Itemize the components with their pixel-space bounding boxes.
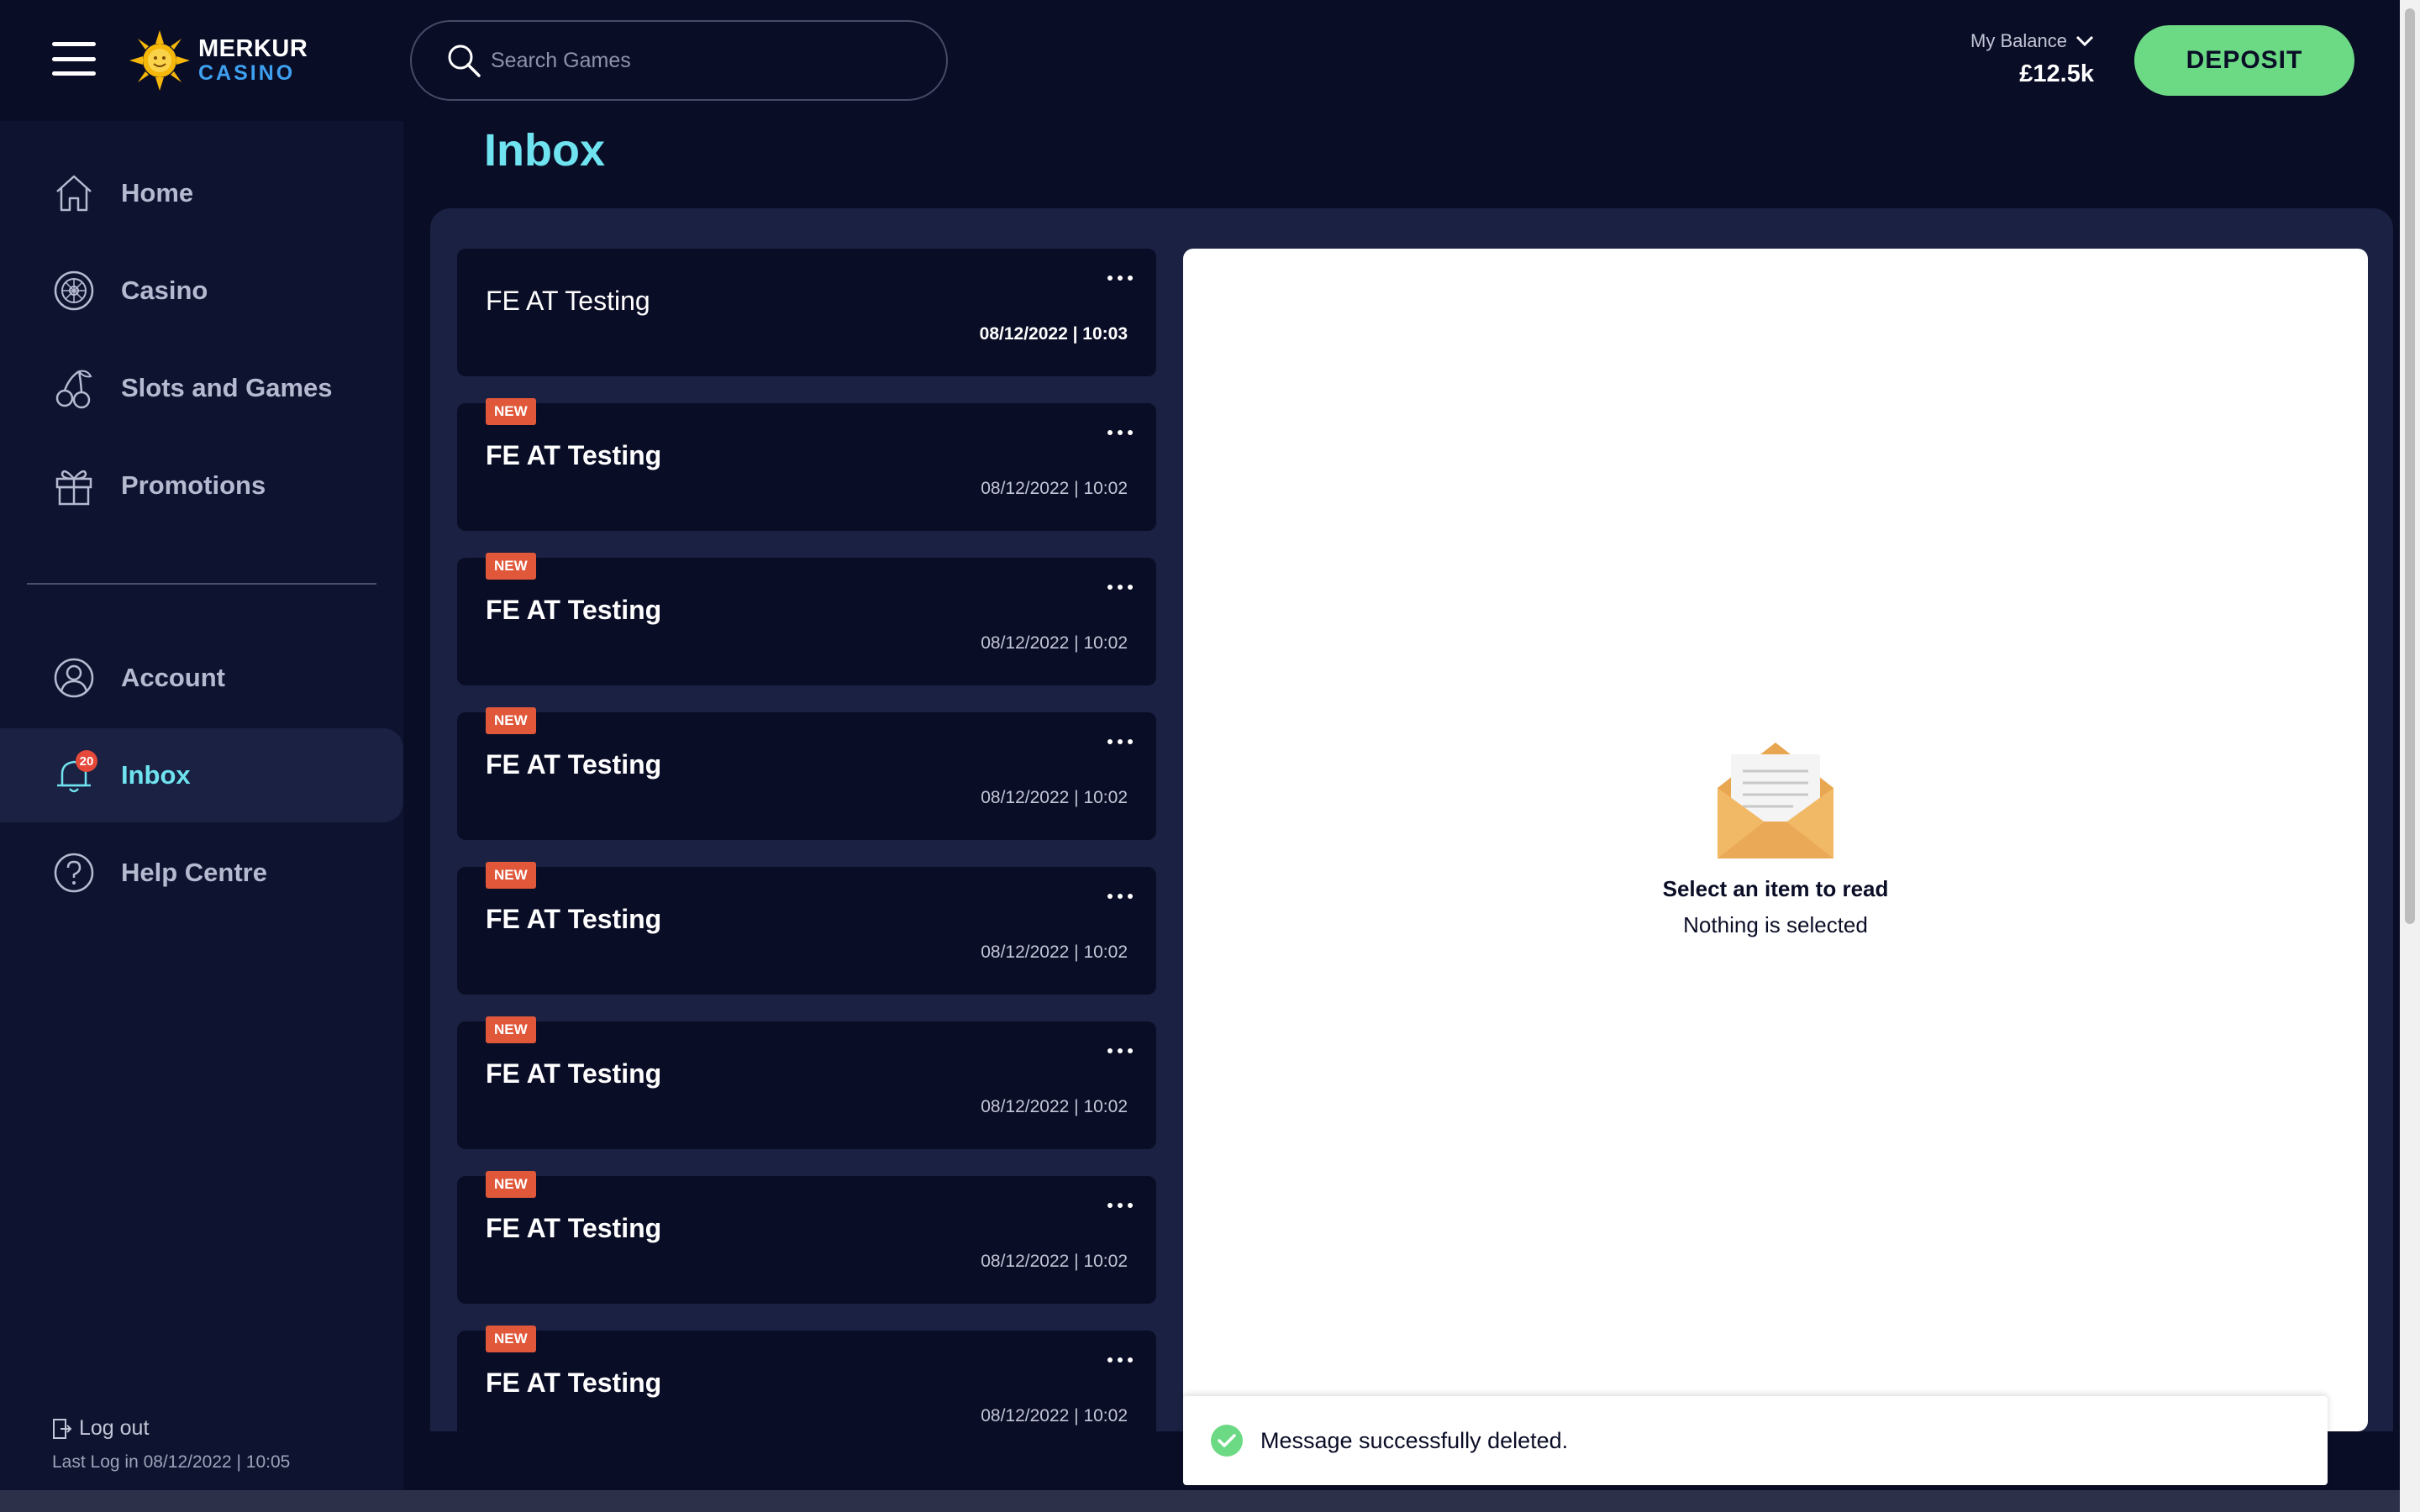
sidebar-item-slots[interactable]: Slots and Games (0, 341, 403, 435)
page-scrollbar[interactable] (2400, 0, 2420, 1512)
sun-logo-icon (129, 30, 190, 91)
envelope-open-icon (1718, 743, 1833, 858)
sidebar-item-promotions[interactable]: Promotions (0, 438, 403, 533)
sidebar-item-label: Casino (121, 276, 208, 305)
sidebar-item-home[interactable]: Home (0, 146, 403, 240)
menu-icon[interactable] (52, 42, 96, 76)
home-icon (52, 171, 96, 215)
sidebar-item-label: Account (121, 663, 225, 692)
balance-widget[interactable]: My Balance £12.5k (1970, 30, 2094, 88)
more-options-icon[interactable] (1107, 892, 1133, 900)
roulette-icon (52, 269, 96, 312)
sidebar-item-label: Promotions (121, 470, 266, 500)
inbox-count-badge: 20 (76, 750, 97, 772)
message-title: FE AT Testing (486, 440, 662, 470)
message-item[interactable]: NEW FE AT Testing 08/12/2022 | 10:02 (457, 707, 1156, 840)
sidebar-item-inbox[interactable]: 20 Inbox (0, 728, 403, 822)
last-login-text: Last Log in 08/12/2022 | 10:05 (52, 1452, 291, 1472)
message-title: FE AT Testing (486, 749, 662, 780)
message-date: 08/12/2022 | 10:03 (979, 324, 1128, 344)
search-bar[interactable] (410, 20, 948, 101)
new-badge: NEW (486, 707, 536, 734)
message-date: 08/12/2022 | 10:02 (981, 1252, 1128, 1271)
sidebar-item-label: Help Centre (121, 858, 267, 887)
balance-label: My Balance (1970, 30, 2067, 51)
bell-icon: 20 (52, 750, 97, 797)
cherries-icon (52, 366, 96, 410)
sidebar-item-label: Home (121, 178, 194, 207)
message-date: 08/12/2022 | 10:02 (981, 633, 1128, 653)
empty-state-title: Select an item to read (1662, 876, 1889, 901)
top-header: MERKUR CASINO My Balance £12.5k DEPOSIT (0, 0, 2400, 121)
message-title: FE AT Testing (486, 595, 662, 625)
message-item[interactable]: NEW FE AT Testing 08/12/2022 | 10:02 (457, 553, 1156, 685)
logout-button[interactable]: Log out (52, 1416, 149, 1441)
help-icon (52, 851, 96, 895)
empty-state: Select an item to read Nothing is select… (1183, 736, 2368, 938)
message-date: 08/12/2022 | 10:02 (981, 942, 1128, 962)
message-date: 08/12/2022 | 10:02 (981, 479, 1128, 498)
page-title: Inbox (484, 125, 605, 176)
toast-message: Message successfully deleted. (1260, 1427, 1569, 1453)
logout-icon (53, 1418, 72, 1439)
new-badge: NEW (486, 1326, 536, 1352)
logout-label: Log out (79, 1416, 150, 1440)
message-title: FE AT Testing (486, 1368, 662, 1398)
scrollbar-thumb[interactable] (2405, 8, 2415, 924)
message-title: FE AT Testing (486, 904, 662, 934)
logo-casino-text: CASINO (198, 61, 296, 85)
more-options-icon[interactable] (1107, 583, 1133, 591)
more-options-icon[interactable] (1107, 738, 1133, 746)
logo[interactable]: MERKUR CASINO (128, 29, 308, 92)
search-icon (448, 45, 481, 77)
sidebar: Home Casino Slots and Games Promotions A… (0, 121, 403, 1490)
message-title: FE AT Testing (486, 286, 650, 316)
balance-value: £12.5k (2019, 60, 2094, 87)
new-badge: NEW (486, 553, 536, 580)
sidebar-item-label: Inbox (121, 760, 191, 790)
message-item[interactable]: NEW FE AT Testing 08/12/2022 | 10:02 (457, 862, 1156, 995)
more-options-icon[interactable] (1107, 1047, 1133, 1055)
logo-merkur-text: MERKUR (198, 35, 308, 62)
toast-notification: Message successfully deleted. (1183, 1396, 2328, 1485)
message-item[interactable]: FE AT Testing 08/12/2022 | 10:03 (457, 249, 1156, 376)
sidebar-item-account[interactable]: Account (0, 631, 403, 725)
message-date: 08/12/2022 | 10:02 (981, 788, 1128, 807)
message-item[interactable]: NEW FE AT Testing 08/12/2022 | 10:02 (457, 398, 1156, 531)
more-options-icon[interactable] (1107, 1356, 1133, 1364)
sidebar-divider (27, 583, 376, 585)
message-item[interactable]: NEW FE AT Testing 08/12/2022 | 10:02 (457, 1171, 1156, 1304)
message-item[interactable]: NEW FE AT Testing 08/12/2022 | 10:02 (457, 1016, 1156, 1149)
gift-icon (52, 464, 96, 507)
sidebar-item-label: Slots and Games (121, 373, 333, 402)
more-options-icon[interactable] (1107, 428, 1133, 437)
message-date: 08/12/2022 | 10:02 (981, 1406, 1128, 1425)
search-input[interactable] (491, 48, 911, 73)
new-badge: NEW (486, 398, 536, 425)
new-badge: NEW (486, 1016, 536, 1043)
user-icon (52, 656, 96, 700)
more-options-icon[interactable] (1107, 1201, 1133, 1210)
sidebar-item-casino[interactable]: Casino (0, 244, 403, 338)
bottom-bar (0, 1490, 2400, 1512)
chevron-down-icon[interactable] (2075, 35, 2094, 47)
new-badge: NEW (486, 1171, 536, 1198)
deposit-button[interactable]: DEPOSIT (2134, 25, 2354, 96)
message-reader-pane: Select an item to read Nothing is select… (1183, 249, 2368, 1431)
message-item[interactable]: NEW FE AT Testing 08/12/2022 | 10:02 (457, 1326, 1156, 1431)
more-options-icon[interactable] (1107, 274, 1133, 282)
message-title: FE AT Testing (486, 1058, 662, 1089)
new-badge: NEW (486, 862, 536, 889)
check-circle-icon (1211, 1425, 1243, 1457)
message-title: FE AT Testing (486, 1213, 662, 1243)
message-date: 08/12/2022 | 10:02 (981, 1097, 1128, 1116)
sidebar-item-help[interactable]: Help Centre (0, 826, 403, 920)
empty-state-subtitle: Nothing is selected (1683, 912, 1868, 937)
